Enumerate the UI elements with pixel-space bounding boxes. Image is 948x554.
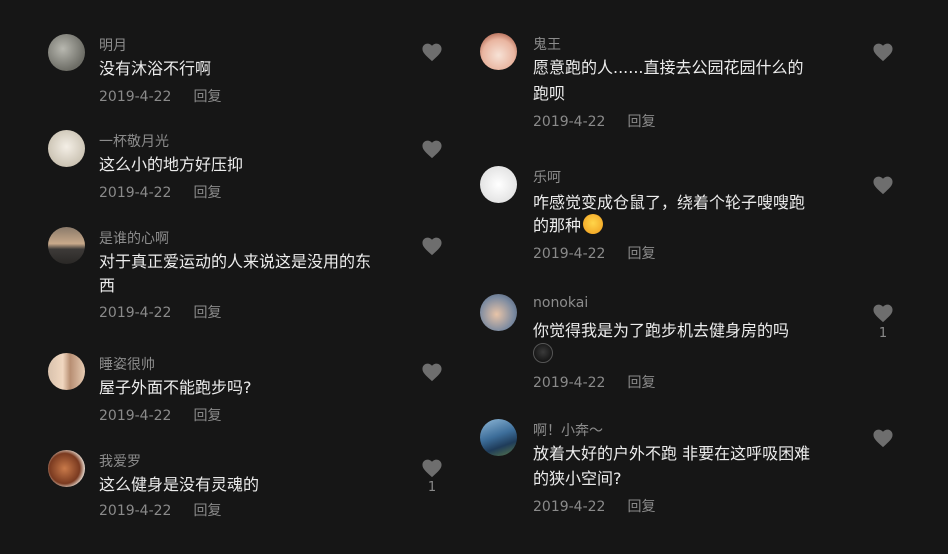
reply-button[interactable]: 回复 [193, 185, 221, 201]
comment-username[interactable]: 鬼王 [533, 34, 561, 54]
comment-meta: 2019-4-22 回复 [533, 243, 655, 263]
avatar[interactable] [48, 450, 85, 487]
like-heart-icon[interactable] [421, 236, 443, 256]
like-heart-icon[interactable] [872, 303, 894, 323]
like-heart-icon[interactable] [421, 139, 443, 159]
avatar[interactable] [480, 294, 517, 331]
avatar[interactable] [48, 227, 85, 264]
avatar[interactable] [480, 419, 517, 456]
comment-meta: 2019-4-22 回复 [99, 182, 221, 202]
comment-text: 你觉得我是为了跑步机去健身房的吗 [533, 321, 790, 340]
comment-meta: 2019-4-22 回复 [533, 372, 655, 392]
comment-date: 2019-4-22 [99, 185, 172, 201]
avatar[interactable] [480, 166, 517, 203]
comment-username[interactable]: 是谁的心啊 [99, 228, 169, 248]
reply-button[interactable]: 回复 [627, 375, 655, 391]
rolling-laughing-emoji-icon [583, 214, 604, 234]
like-count: 1 [878, 326, 888, 341]
reply-button[interactable]: 回复 [627, 246, 655, 262]
comment-text: 这么小的地方好压抑 [99, 155, 244, 174]
like-heart-icon[interactable] [421, 362, 443, 382]
comment-username[interactable]: 乐呵 [533, 167, 561, 187]
comment-text-with-emoji: 的那种 [533, 213, 604, 238]
comment-text: 屋子外面不能跑步吗? [99, 378, 252, 397]
avatar[interactable] [48, 353, 85, 390]
comment-meta: 2019-4-22 回复 [99, 405, 221, 425]
crying-emoji-icon [533, 343, 553, 363]
like-heart-icon[interactable] [421, 42, 443, 62]
like-heart-icon[interactable] [872, 428, 894, 448]
comment-username[interactable]: 啊！小奔～ [533, 420, 603, 440]
comment-date: 2019-4-22 [533, 246, 606, 262]
comment-username[interactable]: 一杯敬月光 [99, 131, 169, 151]
comment-date: 2019-4-22 [99, 89, 172, 105]
comment-date: 2019-4-22 [99, 503, 172, 519]
comment-meta: 2019-4-22 回复 [533, 111, 655, 131]
comment-text: 的狭小空间? [533, 469, 622, 488]
comment-text: 的那种 [533, 216, 582, 235]
like-count: 1 [427, 480, 437, 495]
comment-date: 2019-4-22 [533, 375, 606, 391]
comment-text: 西 [99, 276, 116, 295]
comment-username[interactable]: 睡姿很帅 [99, 354, 155, 374]
like-heart-icon[interactable] [872, 175, 894, 195]
comment-text: 愿意跑的人......直接去公园花园什么的 [533, 58, 804, 77]
comment-text: 对于真正爱运动的人来说这是没用的东 [99, 252, 372, 271]
avatar[interactable] [48, 130, 85, 167]
like-heart-icon[interactable] [421, 458, 443, 478]
comment-text-with-emoji [533, 342, 553, 367]
comment-date: 2019-4-22 [99, 305, 172, 321]
avatar[interactable] [48, 34, 85, 71]
comment-meta: 2019-4-22 回复 [533, 496, 655, 516]
comment-meta: 2019-4-22 回复 [99, 500, 221, 520]
comment-username[interactable]: 明月 [99, 35, 127, 55]
like-heart-icon[interactable] [872, 42, 894, 62]
reply-button[interactable]: 回复 [193, 408, 221, 424]
avatar[interactable] [480, 33, 517, 70]
comment-meta: 2019-4-22 回复 [99, 86, 221, 106]
reply-button[interactable]: 回复 [193, 305, 221, 321]
comment-text: 没有沐浴不行啊 [99, 59, 212, 78]
reply-button[interactable]: 回复 [193, 89, 221, 105]
comment-text: 这么健身是没有灵魂的 [99, 475, 260, 494]
reply-button[interactable]: 回复 [627, 499, 655, 515]
comment-date: 2019-4-22 [533, 114, 606, 130]
reply-button[interactable]: 回复 [627, 114, 655, 130]
comment-username[interactable]: nonokai [533, 295, 588, 311]
comment-text: 放着大好的户外不跑 非要在这呼吸困难 [533, 444, 811, 463]
comment-date: 2019-4-22 [99, 408, 172, 424]
comment-date: 2019-4-22 [533, 499, 606, 515]
comment-meta: 2019-4-22 回复 [99, 302, 221, 322]
comment-username[interactable]: 我爱罗 [99, 451, 141, 471]
comment-text: 咋感觉变成仓鼠了，绕着个轮子嗖嗖跑 [533, 193, 806, 212]
comment-text: 跑呗 [533, 84, 566, 103]
reply-button[interactable]: 回复 [193, 503, 221, 519]
